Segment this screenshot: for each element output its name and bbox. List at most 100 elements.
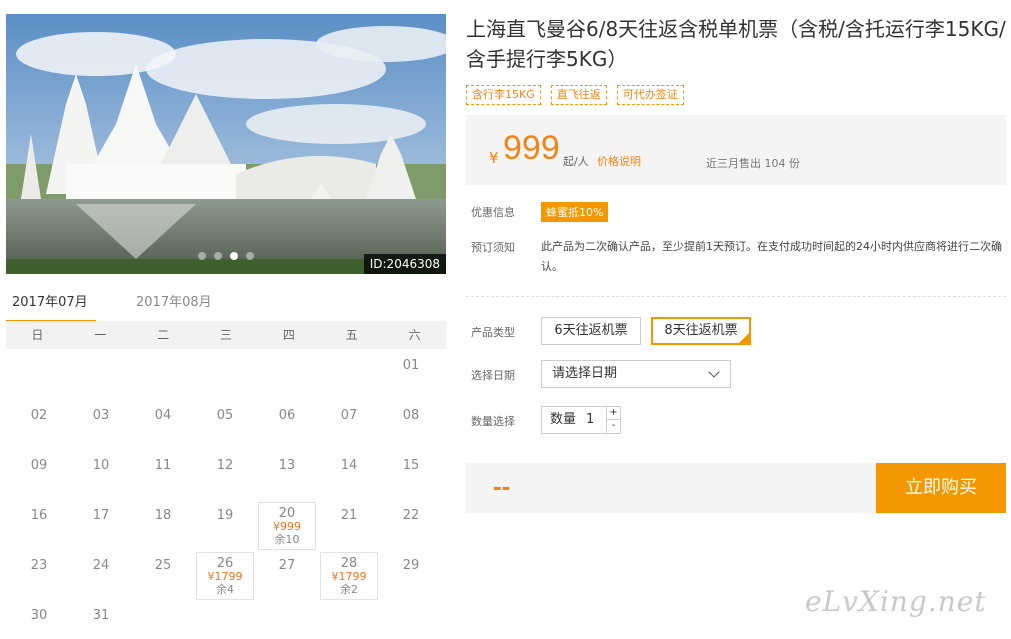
tag-luggage: 含行李15KG <box>466 85 541 105</box>
photo-id-label: ID:2046308 <box>363 254 446 274</box>
calendar-day-available[interactable]: 28 ¥1799 余2 <box>320 552 378 600</box>
calendar-day: 16 <box>8 500 70 550</box>
calendar-day: 08 <box>380 400 442 450</box>
calendar-day: 25 <box>132 550 194 600</box>
month-tabs: 2017年07月 2017年08月 <box>6 288 446 324</box>
option-6-day[interactable]: 6天往返机票 <box>541 317 641 345</box>
day-number: 16 <box>30 508 48 523</box>
weekday-fri: 五 <box>345 328 358 342</box>
notice-label: 预订须知 <box>471 241 515 254</box>
calendar-day: 22 <box>380 500 442 550</box>
chevron-down-icon <box>708 366 720 378</box>
day-stock: 余4 <box>216 583 234 596</box>
qty-decrement-button[interactable]: - <box>606 420 620 433</box>
calendar-day: 21 <box>318 500 380 550</box>
day-number: 27 <box>278 558 296 573</box>
slide-dot[interactable] <box>246 252 254 260</box>
calendar-day: 18 <box>132 500 194 550</box>
calendar-day: 23 <box>8 550 70 600</box>
weekday-thu: 四 <box>282 328 295 342</box>
day-number: 05 <box>216 408 234 423</box>
temple-image <box>6 14 446 274</box>
day-number: 02 <box>30 408 48 423</box>
date-label: 选择日期 <box>471 369 515 382</box>
day-number: 30 <box>30 608 48 623</box>
day-number: 24 <box>92 558 110 573</box>
tab-label: 2017年07月 <box>12 295 88 310</box>
weekday-mon: 一 <box>94 328 107 342</box>
weekday-sat: 六 <box>408 328 421 342</box>
calendar-day: 01 <box>380 350 442 400</box>
calendar-day: 11 <box>132 450 194 500</box>
option-label: 8天往返机票 <box>664 323 738 338</box>
price-unit: 起/人 <box>563 155 589 168</box>
calendar-day: 12 <box>194 450 256 500</box>
slide-dot[interactable] <box>198 252 206 260</box>
calendar-day: 29 <box>380 550 442 600</box>
day-price: ¥1799 <box>331 570 367 583</box>
calendar-day: 17 <box>70 500 132 550</box>
calendar-day: 05 <box>194 400 256 450</box>
calendar-day: 02 <box>8 400 70 450</box>
day-number: 19 <box>216 508 234 523</box>
day-number: 12 <box>216 458 234 473</box>
buy-now-button[interactable]: 立即购买 <box>876 463 1006 513</box>
day-number: 23 <box>30 558 48 573</box>
day-number: 09 <box>30 458 48 473</box>
weekday-sun: 日 <box>31 328 44 342</box>
day-number: 18 <box>154 508 172 523</box>
tag-visa: 可代办签证 <box>616 85 684 105</box>
day-stock: 余2 <box>340 583 358 596</box>
calendar-day: 31 <box>70 600 132 639</box>
type-label: 产品类型 <box>471 326 515 339</box>
price-explain-link[interactable]: 价格说明 <box>597 153 641 169</box>
day-price: ¥999 <box>273 520 301 533</box>
calendar-day: 07 <box>318 400 380 450</box>
day-number: 07 <box>340 408 358 423</box>
qty-label: 数量 <box>550 412 577 427</box>
day-number: 03 <box>92 408 110 423</box>
day-stock: 余10 <box>274 533 300 546</box>
calendar-day: 24 <box>70 550 132 600</box>
calendar-day: 13 <box>256 450 318 500</box>
calendar-day-available[interactable]: 26 ¥1799 余4 <box>196 552 254 600</box>
promo-label: 优惠信息 <box>471 206 515 219</box>
calendar-day: 09 <box>8 450 70 500</box>
calendar-day: 04 <box>132 400 194 450</box>
selected-check-icon <box>739 333 749 343</box>
option-8-day-selected[interactable]: 8天往返机票 <box>651 317 751 345</box>
buy-bar: -- 立即购买 <box>466 463 1006 513</box>
calendar-day-available[interactable]: 20 ¥999 余10 <box>258 502 316 550</box>
day-number: 01 <box>402 358 420 373</box>
day-number: 04 <box>154 408 172 423</box>
day-price: ¥1799 <box>207 570 243 583</box>
day-number: 26 <box>216 556 234 571</box>
day-number: 14 <box>340 458 358 473</box>
calendar-day: 10 <box>70 450 132 500</box>
day-number: 28 <box>340 556 358 571</box>
day-number: 29 <box>402 558 420 573</box>
calendar-day: 30 <box>8 600 70 639</box>
tag-direct-flight: 直飞往返 <box>550 85 607 105</box>
watermark-logo: eLvXing.net <box>805 585 987 618</box>
calendar-day: 27 <box>256 550 318 600</box>
divider <box>466 296 1006 297</box>
slide-dot-active[interactable] <box>230 252 238 260</box>
calendar-day: 15 <box>380 450 442 500</box>
slide-dot[interactable] <box>214 252 222 260</box>
tab-2017-07[interactable]: 2017年07月 <box>6 288 96 323</box>
day-number: 13 <box>278 458 296 473</box>
day-number: 10 <box>92 458 110 473</box>
calendar-day: 19 <box>194 500 256 550</box>
quantity-stepper: 数量 1 + - <box>541 406 621 434</box>
weekday-tue: 二 <box>157 328 170 342</box>
day-number: 15 <box>402 458 420 473</box>
qty-increment-button[interactable]: + <box>606 407 620 420</box>
tab-2017-08[interactable]: 2017年08月 <box>136 288 226 322</box>
qty-value[interactable]: 1 <box>586 407 594 433</box>
date-select[interactable]: 请选择日期 <box>541 360 731 388</box>
product-photo[interactable]: ID:2046308 <box>6 14 446 274</box>
tab-label: 2017年08月 <box>136 295 212 310</box>
notice-text: 此产品为二次确认产品，至少提前1天预订。在支付成功时间起的24小时内供应商将进行… <box>541 240 1002 273</box>
day-number: 31 <box>92 608 110 623</box>
